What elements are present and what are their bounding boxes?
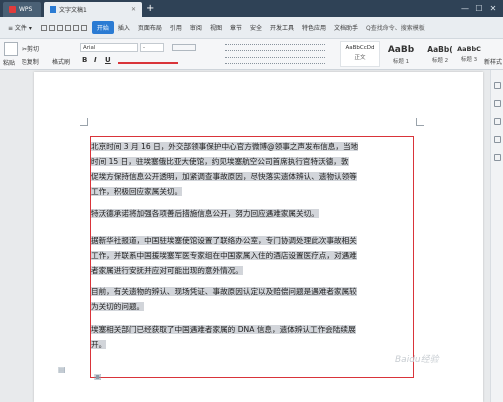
paste-button[interactable]: 粘贴 bbox=[3, 58, 15, 67]
paste-options-icon[interactable]: ▣ bbox=[94, 372, 102, 381]
paragraph-align-icons[interactable] bbox=[225, 57, 325, 64]
maximize-button[interactable]: ☐ bbox=[472, 3, 486, 14]
bold-button[interactable]: B bbox=[82, 56, 87, 64]
sidebar-help-icon[interactable] bbox=[494, 154, 501, 161]
underline-button[interactable]: U bbox=[105, 56, 111, 64]
right-sidebar bbox=[490, 70, 503, 402]
sidebar-style-icon[interactable] bbox=[494, 100, 501, 107]
style-heading-1[interactable]: AaBb 标题 1 bbox=[381, 41, 421, 67]
font-color-icon[interactable] bbox=[118, 57, 178, 64]
style-normal-name: 正文 bbox=[354, 55, 366, 61]
new-style-button[interactable]: 新样式 bbox=[484, 57, 502, 66]
sidebar-tool-icon[interactable] bbox=[494, 82, 501, 89]
open-icon[interactable] bbox=[48, 24, 55, 31]
grow-font-icon[interactable] bbox=[172, 44, 196, 51]
style-heading-3[interactable]: AaBbC 标题 3 bbox=[456, 41, 482, 67]
style-heading-2-name: 标题 2 bbox=[431, 58, 449, 64]
close-window-button[interactable]: ✕ bbox=[486, 3, 500, 14]
quick-access-toolbar bbox=[40, 24, 88, 31]
menu-start[interactable]: 开始 bbox=[91, 21, 114, 34]
copy-button[interactable]: ⎘复制 bbox=[22, 57, 39, 67]
italic-button[interactable]: I bbox=[94, 56, 97, 64]
format-painter-button[interactable]: 格式刷 bbox=[52, 57, 70, 66]
menu-review[interactable]: 审阅 bbox=[186, 23, 206, 32]
menu-insert[interactable]: 插入 bbox=[114, 23, 134, 32]
cut-button[interactable]: ✂剪切 bbox=[22, 44, 39, 53]
selection-highlight-box bbox=[90, 136, 414, 378]
sidebar-select-icon[interactable] bbox=[494, 118, 501, 125]
menu-page-layout[interactable]: 页面布局 bbox=[134, 23, 166, 32]
minimize-button[interactable]: — bbox=[458, 3, 472, 14]
style-normal[interactable]: AaBbCcDd 正文 bbox=[340, 41, 380, 67]
style-heading-3-sample: AaBbC bbox=[457, 45, 481, 53]
style-heading-1-sample: AaBb bbox=[387, 45, 415, 55]
wps-logo-icon bbox=[9, 6, 16, 13]
tab-document[interactable]: 文字文稿1 ✕ bbox=[44, 2, 142, 17]
menu-doc-helper[interactable]: 文档助手 bbox=[330, 23, 362, 32]
style-heading-2-sample: AaBb( bbox=[427, 45, 453, 54]
font-name-select[interactable]: Arial bbox=[80, 43, 138, 52]
watermark-logo: Baidu经验 bbox=[395, 355, 439, 365]
print-icon[interactable] bbox=[64, 24, 71, 31]
tab-wps[interactable]: WPS bbox=[3, 2, 41, 17]
undo-icon[interactable] bbox=[72, 24, 79, 31]
redo-icon[interactable] bbox=[80, 24, 87, 31]
search-command-input[interactable]: Q查找命令、搜索模板 bbox=[362, 23, 429, 32]
menu-security[interactable]: 安全 bbox=[246, 23, 266, 32]
page-corner-mark-top-right bbox=[416, 118, 424, 126]
menu-developer[interactable]: 开发工具 bbox=[266, 23, 298, 32]
menu-features[interactable]: 特色应用 bbox=[298, 23, 330, 32]
new-icon[interactable] bbox=[40, 24, 47, 31]
style-normal-sample: AaBbCcDd bbox=[345, 45, 375, 51]
menu-bar: ≡ 文件 ▾ 开始 插入 页面布局 引用 审阅 视图 章节 安全 开发工具 特色… bbox=[0, 17, 503, 39]
list-format-icons[interactable] bbox=[225, 44, 325, 51]
tab-document-label: 文字文稿1 bbox=[59, 7, 87, 14]
doc-icon bbox=[50, 6, 56, 13]
page-corner-mark-top-left bbox=[80, 118, 88, 126]
style-heading-1-name: 标题 1 bbox=[392, 59, 410, 65]
paragraph-mark-icon: ▤ bbox=[58, 365, 66, 374]
ribbon-toolbar: 粘贴 ✂剪切 ⎘复制 格式刷 Arial - B I U AaBbCcDd 正文… bbox=[0, 39, 503, 70]
tab-wps-label: WPS bbox=[19, 6, 33, 13]
save-icon[interactable] bbox=[56, 24, 63, 31]
menu-section[interactable]: 章节 bbox=[226, 23, 246, 32]
tab-close-icon[interactable]: ✕ bbox=[131, 6, 136, 13]
sidebar-share-icon[interactable] bbox=[494, 136, 501, 143]
menu-references[interactable]: 引用 bbox=[166, 23, 186, 32]
menu-view[interactable]: 视图 bbox=[206, 23, 226, 32]
style-heading-3-name: 标题 3 bbox=[460, 57, 478, 63]
title-bar: WPS 文字文稿1 ✕ + — ☐ ✕ bbox=[0, 0, 503, 17]
paste-icon[interactable] bbox=[4, 42, 18, 56]
new-tab-button[interactable]: + bbox=[146, 3, 154, 14]
style-heading-2[interactable]: AaBb( 标题 2 bbox=[420, 41, 460, 67]
font-size-select[interactable]: - bbox=[140, 43, 164, 52]
file-menu[interactable]: ≡ 文件 ▾ bbox=[4, 23, 36, 32]
